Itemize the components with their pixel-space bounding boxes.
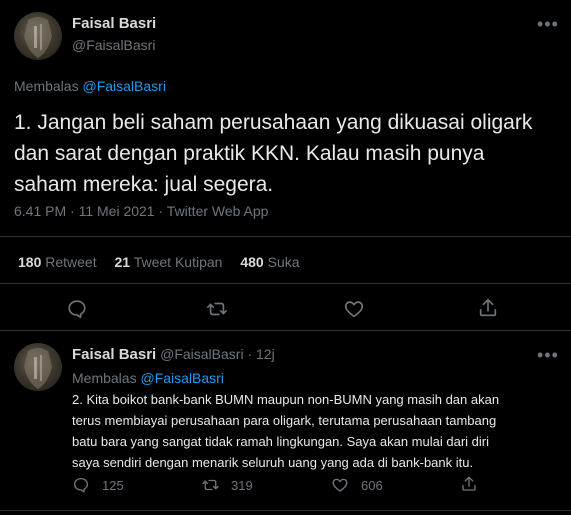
retweet-icon xyxy=(207,302,227,316)
tweet-text: 1. Jangan beli saham perusahaan yang dik… xyxy=(14,107,564,200)
quote-label: Tweet Kutipan xyxy=(133,254,223,270)
tweet-text-line: saham mereka: jual segera. xyxy=(14,173,274,196)
retweet-stat[interactable]: 180 Retweet xyxy=(18,254,97,270)
like-count: 480 xyxy=(240,254,264,270)
reply-count: 125 xyxy=(102,477,124,493)
reply-text-line: 2. Kita boikot bank-bank BUMN maupun non… xyxy=(72,392,500,407)
divider xyxy=(0,236,571,237)
reply-to-link[interactable]: @FaisalBasri xyxy=(82,78,165,94)
retweet-label: Retweet xyxy=(45,254,97,270)
like-button[interactable]: 606 xyxy=(331,476,383,494)
tweet-meta[interactable]: 6.41 PM · 11 Mei 2021 · Twitter Web App xyxy=(14,203,268,219)
reply-header: Faisal Basri @FaisalBasri · 12j xyxy=(72,346,275,363)
quote-stat[interactable]: 21 Tweet Kutipan xyxy=(115,254,223,270)
reply-icon xyxy=(68,300,86,319)
reply-text-line: terus membiayai perusahaan para oligark,… xyxy=(72,413,497,428)
reply-prefix: Membalas xyxy=(72,370,137,386)
separator: · xyxy=(247,346,253,362)
retweet-button[interactable]: 319 xyxy=(201,476,253,494)
reply-to-link[interactable]: @FaisalBasri xyxy=(140,370,223,386)
share-icon xyxy=(479,298,497,317)
heart-icon xyxy=(344,301,364,318)
divider xyxy=(0,510,571,511)
retweet-icon xyxy=(202,479,219,491)
tweet-text-line: dan sarat dengan praktik KKN. Kalau masi… xyxy=(14,142,485,165)
tweet-text-line: 1. Jangan beli saham perusahaan yang dik… xyxy=(14,111,533,134)
like-button[interactable] xyxy=(343,298,365,320)
reply-icon xyxy=(73,477,89,493)
reply-text-line: batu bara yang sangat tidak ramah lingku… xyxy=(72,434,489,449)
author-handle[interactable]: @FaisalBasri xyxy=(72,37,155,53)
like-stat[interactable]: 480 Suka xyxy=(240,254,299,270)
share-icon xyxy=(462,476,476,491)
more-dots-icon[interactable]: ••• xyxy=(537,346,559,364)
retweet-button[interactable] xyxy=(205,298,229,320)
author-handle[interactable]: @FaisalBasri xyxy=(160,346,243,362)
like-count: 606 xyxy=(361,477,383,493)
author-name[interactable]: Faisal Basri xyxy=(72,15,156,32)
retweet-count: 180 xyxy=(18,254,42,270)
heart-icon xyxy=(332,478,348,492)
more-dots-icon[interactable]: ••• xyxy=(537,15,559,33)
avatar[interactable] xyxy=(14,343,62,391)
tweet-time[interactable]: 12j xyxy=(256,346,275,362)
avatar[interactable] xyxy=(14,12,62,60)
share-button[interactable] xyxy=(477,297,499,319)
reply-context: Membalas @FaisalBasri xyxy=(72,370,224,386)
tweet-stats: 180 Retweet 21 Tweet Kutipan 480 Suka xyxy=(18,254,300,270)
divider xyxy=(0,283,571,284)
divider xyxy=(0,330,571,331)
reply-button[interactable] xyxy=(66,298,88,320)
author-name[interactable]: Faisal Basri xyxy=(72,346,156,363)
reply-button[interactable]: 125 xyxy=(72,476,124,494)
reply-text-line: saya sendiri dengan menarik seluruh uang… xyxy=(72,455,474,470)
share-button[interactable] xyxy=(460,475,478,493)
reply-text: 2. Kita boikot bank-bank BUMN maupun non… xyxy=(72,389,562,473)
reply-prefix: Membalas xyxy=(14,78,79,94)
reply-context: Membalas @FaisalBasri xyxy=(14,78,166,94)
like-label: Suka xyxy=(267,254,300,270)
quote-count: 21 xyxy=(114,254,131,270)
retweet-count: 319 xyxy=(231,477,253,493)
